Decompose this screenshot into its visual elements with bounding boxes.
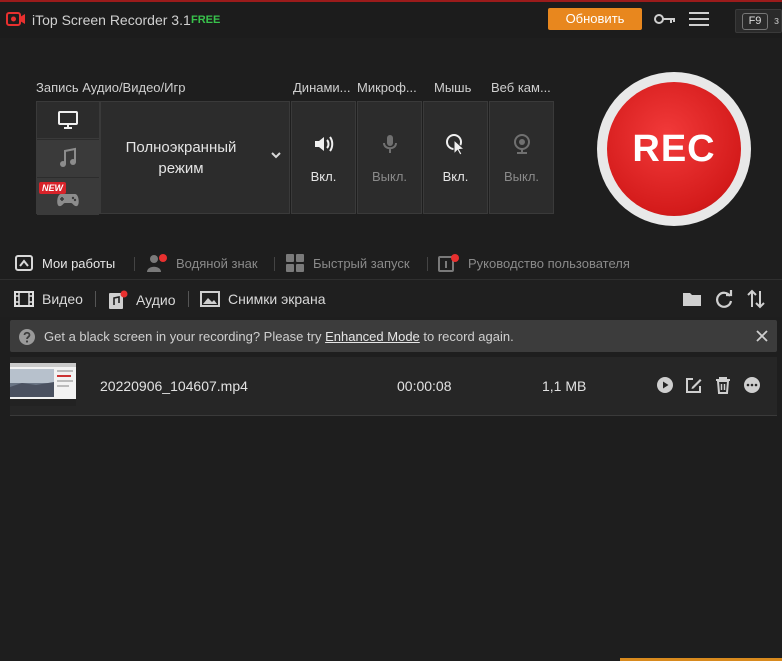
speaker-label: Динами... — [293, 80, 351, 95]
my-works-icon — [15, 255, 33, 271]
hotkey-more: з — [774, 15, 780, 27]
music-note-icon — [60, 147, 76, 167]
webcam-toggle[interactable]: Выкл. — [489, 101, 554, 214]
black-screen-notice: Get a black screen in your recording? Pl… — [10, 320, 777, 352]
app-title: iTop Screen Recorder 3.1 — [32, 12, 191, 28]
audio-file-icon — [109, 290, 128, 309]
microphone-label: Микроф... — [357, 80, 417, 95]
separator — [274, 257, 275, 271]
file-size: 1,1 MB — [542, 378, 587, 394]
enhanced-mode-link[interactable]: Enhanced Mode — [325, 329, 420, 344]
source-screen[interactable] — [37, 102, 99, 139]
trash-icon[interactable] — [714, 376, 732, 394]
speaker-toggle[interactable]: Вкл. — [291, 101, 356, 214]
source-game[interactable]: NEW — [37, 178, 99, 215]
hotkey-key: F9 — [742, 13, 768, 30]
edit-icon[interactable] — [685, 376, 703, 394]
separator — [95, 291, 96, 307]
image-icon — [200, 291, 220, 307]
source-audio[interactable] — [37, 140, 99, 177]
tab-audio[interactable]: Аудио — [108, 290, 176, 310]
recording-mode-value: Полноэкранный режим — [125, 138, 237, 177]
play-icon[interactable] — [656, 376, 674, 394]
sort-icon[interactable] — [745, 288, 767, 310]
quick-launch-link[interactable]: Быстрый запуск — [285, 251, 410, 275]
notice-text: Get a black screen in your recording? Pl… — [44, 329, 514, 344]
speaker-icon — [314, 136, 333, 152]
media-tabs: Видео Аудио Снимки экрана — [0, 279, 782, 317]
watermark-link[interactable]: Водяной знак — [146, 251, 258, 275]
source-selector: NEW — [36, 101, 100, 215]
quick-launch-icon — [286, 254, 304, 272]
separator — [134, 257, 135, 271]
film-icon — [14, 291, 34, 307]
tab-video[interactable]: Видео — [14, 290, 83, 308]
close-icon[interactable] — [756, 330, 768, 342]
watermark-icon — [147, 254, 167, 272]
chevron-down-icon — [271, 152, 281, 159]
menu-icon[interactable] — [688, 11, 710, 27]
table-row[interactable]: 20220906_104607.mp4 00:00:08 1,1 MB — [10, 357, 777, 416]
capture-source-label: Запись Аудио/Видео/Игр — [36, 80, 186, 95]
title-bar: iTop Screen Recorder 3.1 FREE Обновить F… — [0, 0, 782, 38]
help-icon — [19, 329, 35, 345]
separator — [188, 291, 189, 307]
more-options-icon[interactable] — [743, 376, 761, 394]
separator — [427, 257, 428, 271]
file-name: 20220906_104607.mp4 — [100, 378, 248, 394]
hotkey-hint[interactable]: F9 з — [735, 9, 782, 33]
refresh-icon[interactable] — [713, 288, 735, 310]
tab-screenshots[interactable]: Снимки экрана — [200, 290, 325, 308]
app-logo-icon — [6, 12, 25, 26]
microphone-state: Выкл. — [371, 169, 408, 184]
video-thumbnail — [10, 363, 76, 406]
upgrade-button[interactable]: Обновить — [548, 8, 642, 30]
user-guide-link[interactable]: Руководство пользователя — [438, 251, 630, 275]
speaker-state: Вкл. — [310, 169, 337, 184]
microphone-toggle[interactable]: Выкл. — [357, 101, 422, 214]
mouse-label: Мышь — [434, 80, 472, 95]
microphone-icon — [382, 135, 397, 153]
rec-label: REC — [632, 127, 716, 170]
quick-links-bar: Мои работы Водяной знак Быстрый запуск Р… — [0, 251, 782, 275]
rec-button[interactable]: REC — [597, 72, 751, 226]
mouse-cursor-icon — [445, 134, 465, 156]
monitor-icon — [58, 111, 78, 129]
mouse-toggle[interactable]: Вкл. — [423, 101, 488, 214]
key-icon[interactable] — [654, 12, 676, 26]
recording-mode-dropdown[interactable]: Полноэкранный режим — [100, 101, 290, 214]
file-duration: 00:00:08 — [397, 378, 452, 394]
new-badge: NEW — [39, 182, 66, 194]
free-badge: FREE — [191, 14, 221, 26]
folder-icon[interactable] — [681, 288, 703, 310]
webcam-state: Выкл. — [503, 169, 540, 184]
webcam-label: Веб кам... — [491, 80, 551, 95]
mouse-state: Вкл. — [442, 169, 469, 184]
webcam-icon — [513, 134, 530, 154]
user-guide-icon — [438, 254, 459, 272]
my-works-link[interactable]: Мои работы — [14, 251, 115, 275]
